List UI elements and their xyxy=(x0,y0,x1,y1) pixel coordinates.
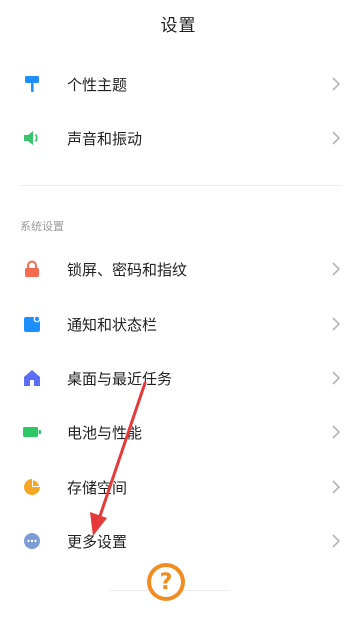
chevron-right-icon xyxy=(332,534,341,548)
help-badge: ? xyxy=(147,563,185,601)
settings-item-desktop[interactable]: 桌面与最近任务 xyxy=(0,351,357,405)
chevron-right-icon xyxy=(332,480,341,494)
settings-item-label: 声音和振动 xyxy=(67,129,143,148)
page-header: 设置 xyxy=(0,0,357,46)
section-divider xyxy=(20,185,342,186)
settings-item-lockscreen[interactable]: 锁屏、密码和指纹 xyxy=(0,242,357,296)
lock-icon xyxy=(22,259,42,279)
notification-icon xyxy=(22,314,42,334)
settings-item-label: 更多设置 xyxy=(67,532,128,551)
chevron-right-icon xyxy=(332,371,341,385)
question-mark-icon: ? xyxy=(151,567,181,597)
chevron-right-icon xyxy=(332,425,341,439)
more-dots-icon xyxy=(22,531,42,551)
chevron-right-icon xyxy=(332,317,341,331)
chevron-right-icon xyxy=(332,262,341,276)
page-title: 设置 xyxy=(160,15,197,36)
settings-item-label: 个性主题 xyxy=(67,75,128,94)
pie-chart-icon xyxy=(22,477,42,497)
settings-item-more[interactable]: 更多设置 xyxy=(0,514,357,568)
settings-item-notifications[interactable]: 通知和状态栏 xyxy=(0,297,357,351)
chevron-right-icon xyxy=(332,131,341,145)
paint-roller-icon xyxy=(22,74,42,94)
battery-icon xyxy=(22,422,42,442)
settings-item-label: 存储空间 xyxy=(67,478,128,497)
settings-item-battery[interactable]: 电池与性能 xyxy=(0,405,357,459)
settings-item-label: 电池与性能 xyxy=(67,423,143,442)
section-title: 系统设置 xyxy=(20,220,64,233)
settings-item-storage[interactable]: 存储空间 xyxy=(0,460,357,514)
settings-item-label: 锁屏、密码和指纹 xyxy=(67,260,188,279)
settings-item-sound[interactable]: 声音和振动 xyxy=(0,111,357,165)
settings-item-label: 桌面与最近任务 xyxy=(67,369,173,388)
settings-item-theme[interactable]: 个性主题 xyxy=(0,57,357,111)
settings-item-label: 通知和状态栏 xyxy=(67,315,158,334)
home-icon xyxy=(22,368,42,388)
speaker-icon xyxy=(22,128,42,148)
chevron-right-icon xyxy=(332,77,341,91)
